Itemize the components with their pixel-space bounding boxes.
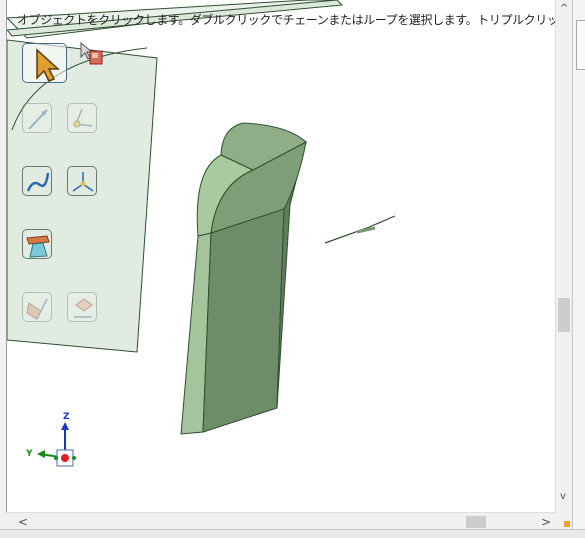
scroll-up-arrow-icon[interactable]: ^ <box>560 4 568 14</box>
scroll-down-arrow-icon[interactable]: v <box>560 492 566 502</box>
floating-edge-highlight <box>356 226 376 234</box>
cursor-box-icon <box>80 41 103 65</box>
solid-front-face <box>202 208 285 433</box>
feature-pick-icon <box>26 298 48 320</box>
y-axis-label: Y <box>26 449 33 459</box>
select-pointer-button[interactable] <box>22 43 67 83</box>
floating-edge <box>324 215 396 244</box>
horizontal-scrollbar[interactable]: < > <box>6 512 555 530</box>
select-face-button[interactable] <box>77 40 107 70</box>
vertical-scroll-thumb[interactable] <box>558 298 570 332</box>
scrollbar-corner <box>555 512 572 529</box>
right-side-strip <box>572 0 585 537</box>
select-body-button[interactable] <box>22 229 52 259</box>
line-pick-icon <box>28 109 48 130</box>
z-axis-label: Z <box>63 412 70 422</box>
axis-triad <box>37 422 76 467</box>
horizontal-scroll-thumb[interactable] <box>466 516 486 528</box>
resize-grip-icon[interactable] <box>564 521 570 527</box>
side-tab[interactable] <box>576 20 585 70</box>
select-edge-button[interactable] <box>22 103 52 133</box>
select-feature-button[interactable] <box>22 292 52 322</box>
status-hint: オブジェクトをクリックします。ダブルクリックでチェーンまたはループを選択します。… <box>17 13 556 27</box>
vertical-scrollbar[interactable]: ^ v <box>555 0 573 512</box>
vertex-pick-icon <box>73 108 93 128</box>
select-point-button[interactable] <box>67 166 97 196</box>
triad-origin <box>61 454 69 462</box>
curve-pick-icon <box>26 172 50 192</box>
point-arrows-icon <box>72 172 94 192</box>
select-vertex-button[interactable] <box>67 103 97 133</box>
y-axis-arrow <box>37 450 45 458</box>
arrow-cursor-icon <box>36 48 60 82</box>
z-axis-arrow <box>61 422 69 430</box>
body-pick-icon <box>26 235 50 258</box>
select-sketch-button[interactable] <box>67 292 97 322</box>
model-scene <box>7 0 396 435</box>
scroll-right-arrow-icon[interactable]: > <box>541 516 551 528</box>
scroll-left-arrow-icon[interactable]: < <box>18 516 28 528</box>
sketch-pick-icon <box>74 298 93 318</box>
graphics-viewport[interactable]: オブジェクトをクリックします。ダブルクリックでチェーンまたはループを選択します。… <box>6 0 556 512</box>
select-curve-button[interactable] <box>22 166 52 196</box>
